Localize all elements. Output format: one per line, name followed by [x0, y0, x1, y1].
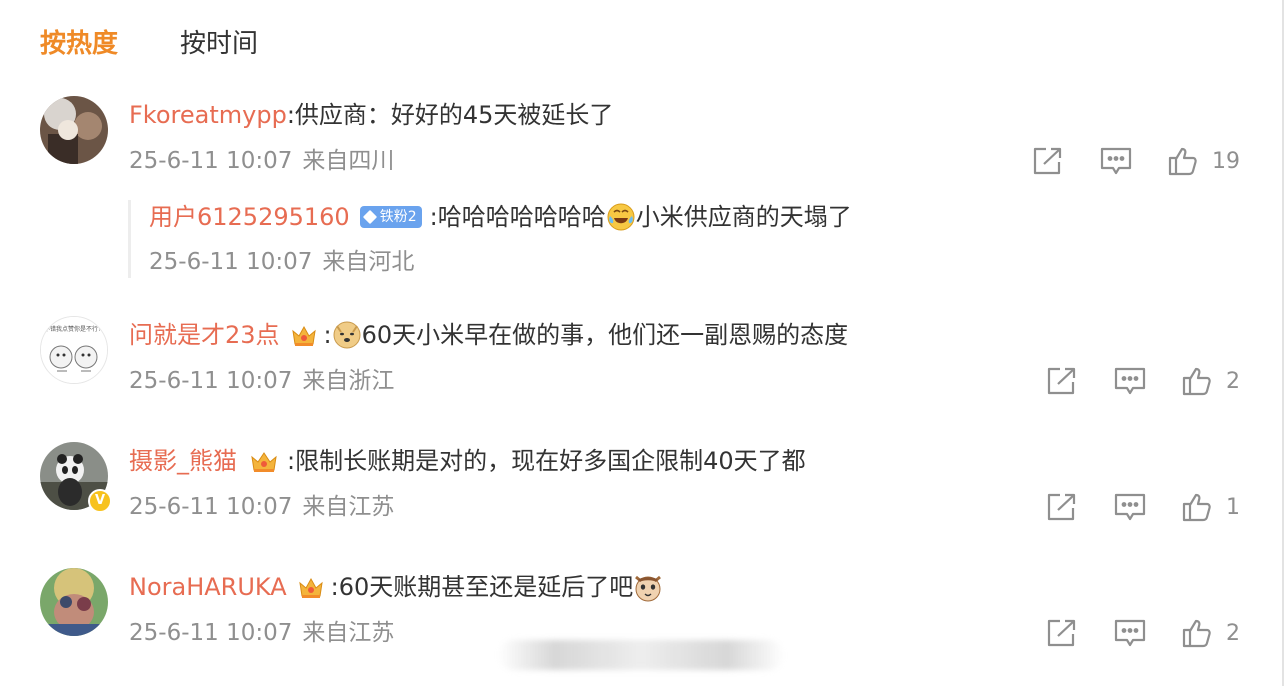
username[interactable]: NoraHARUKA	[129, 570, 287, 604]
comment-icon	[1100, 147, 1132, 175]
reply-item: 用户6125295160 铁粉2 :哈哈哈哈哈哈哈 小米供应商的天塌了 25-6…	[128, 200, 852, 278]
doge-emoji	[333, 321, 361, 349]
diamond-icon	[362, 209, 377, 225]
comment-text-prefix: :	[323, 321, 332, 349]
username[interactable]: 摄影_熊猫	[129, 444, 237, 478]
share-icon	[1047, 367, 1076, 395]
comment-date: 25-6-11 10:07	[129, 494, 293, 520]
reply-username[interactable]: 用户6125295160	[149, 200, 350, 234]
comment-meta: 25-6-11 10:07 来自江苏	[129, 491, 394, 523]
reply-line: 用户6125295160 铁粉2 :哈哈哈哈哈哈哈 小米供应商的天塌了	[149, 200, 852, 234]
reply-location: 来自河北	[322, 249, 415, 275]
vip-crown-icon	[251, 452, 277, 472]
thumbs-up-icon	[1168, 147, 1197, 176]
comment-icon	[1114, 367, 1146, 395]
comment-icon	[1114, 619, 1146, 647]
avatar[interactable]: 不错我点赞你是不行？	[40, 316, 108, 384]
comment-button[interactable]	[1114, 366, 1146, 396]
comment-button[interactable]	[1100, 146, 1132, 176]
fan-badge: 铁粉2	[359, 206, 422, 228]
comment-meta: 25-6-11 10:07 来自浙江	[129, 365, 394, 397]
thumbs-up-icon	[1182, 619, 1211, 648]
like-button[interactable]: 2	[1182, 366, 1240, 396]
comment-location: 来自四川	[302, 148, 395, 174]
like-count: 2	[1226, 368, 1240, 394]
share-button[interactable]	[1032, 146, 1064, 176]
like-button[interactable]: 1	[1182, 492, 1240, 522]
verified-badge: V	[88, 489, 112, 513]
comment-location: 来自江苏	[302, 620, 395, 646]
comment-actions: 2	[1046, 618, 1240, 648]
comment-text: :限制长账期是对的，现在好多国企限制40天了都	[287, 447, 806, 475]
share-button[interactable]	[1046, 618, 1078, 648]
comment-line: Fkoreatmypp:供应商：好好的45天被延长了	[129, 98, 613, 132]
share-icon	[1047, 493, 1076, 521]
fan-badge-label: 铁粉2	[379, 209, 417, 225]
comment-meta: 25-6-11 10:07 来自四川	[129, 145, 394, 177]
avatar[interactable]	[40, 96, 108, 164]
comment-line: 问就是才23点 : 60天小米早在做的事，他们还一副恩赐的态度	[129, 318, 848, 352]
reply-text-after: 小米供应商的天塌了	[635, 203, 852, 231]
like-button[interactable]: 19	[1168, 146, 1240, 176]
cat-emoji	[635, 575, 662, 602]
comment-date: 25-6-11 10:07	[129, 368, 293, 394]
tab-sort-by-hot[interactable]: 按热度	[40, 26, 118, 62]
username[interactable]: 问就是才23点	[129, 318, 280, 352]
reply-meta: 25-6-11 10:07 来自河北	[149, 246, 852, 278]
comment-line: 摄影_熊猫 :限制长账期是对的，现在好多国企限制40天了都	[129, 444, 806, 478]
vip-crown-icon	[298, 577, 323, 598]
laugh-cry-emoji	[607, 203, 635, 231]
share-icon	[1047, 619, 1076, 647]
comment-text: :供应商：好好的45天被延长了	[286, 101, 614, 129]
like-count: 2	[1226, 620, 1240, 646]
reply-text-before: :哈哈哈哈哈哈哈	[429, 203, 606, 231]
username[interactable]: Fkoreatmypp	[129, 98, 287, 132]
avatar-caption: 不错我点赞你是不行？	[44, 325, 104, 333]
comment-location: 来自浙江	[302, 368, 395, 394]
share-icon	[1033, 147, 1062, 175]
comment-date: 25-6-11 10:07	[129, 620, 293, 646]
sort-bar: 按热度 按时间	[40, 26, 320, 62]
like-count: 19	[1212, 148, 1240, 174]
comment-text: :60天账期甚至还是延后了吧	[330, 573, 634, 601]
thumbs-up-icon	[1182, 493, 1211, 522]
comment-meta: 25-6-11 10:07 来自江苏	[129, 617, 394, 649]
tab-sort-by-time[interactable]: 按时间	[180, 26, 258, 62]
watermark	[498, 640, 784, 670]
comment-actions: 2	[1046, 366, 1240, 396]
comment-line: NoraHARUKA :60天账期甚至还是延后了吧	[129, 570, 663, 604]
avatar[interactable]	[40, 568, 108, 636]
comment-actions: 19	[1032, 146, 1240, 176]
comment-date: 25-6-11 10:07	[129, 148, 293, 174]
comment-button[interactable]	[1114, 618, 1146, 648]
thumbs-up-icon	[1182, 367, 1211, 396]
reply-date: 25-6-11 10:07	[149, 249, 313, 275]
comment-button[interactable]	[1114, 492, 1146, 522]
vip-crown-icon	[291, 325, 316, 346]
share-button[interactable]	[1046, 366, 1078, 396]
like-button[interactable]: 2	[1182, 618, 1240, 648]
share-button[interactable]	[1046, 492, 1078, 522]
comment-actions: 1	[1046, 492, 1240, 522]
comment-location: 来自江苏	[302, 494, 395, 520]
comment-icon	[1114, 493, 1146, 521]
like-count: 1	[1226, 494, 1240, 520]
comment-text: 60天小米早在做的事，他们还一副恩赐的态度	[361, 321, 849, 349]
